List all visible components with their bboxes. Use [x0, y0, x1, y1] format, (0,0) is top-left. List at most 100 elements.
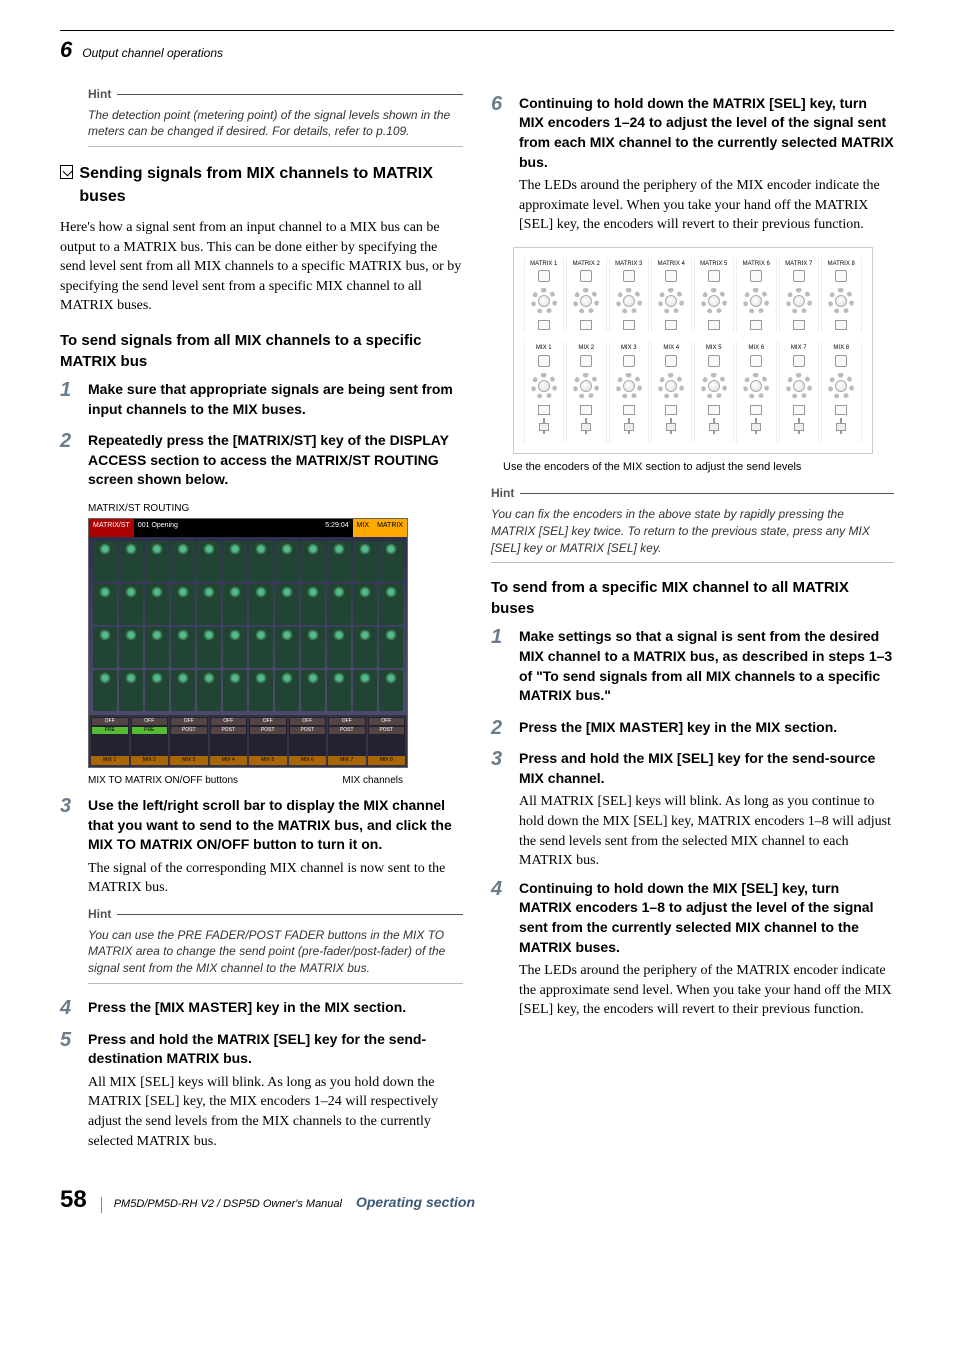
encoder-strip: MATRIX 7 — [779, 258, 820, 332]
footer-section: Operating section — [356, 1193, 475, 1213]
ann-left: MIX TO MATRIX ON/OFF buttons — [88, 774, 238, 788]
sel-button — [538, 405, 550, 415]
sel-button — [750, 320, 762, 330]
step-title: Continuing to hold down the MIX [SEL] ke… — [519, 879, 894, 957]
encoder-strip: MATRIX 6 — [736, 258, 777, 332]
encoder-strip: MATRIX 1 — [524, 258, 565, 332]
encoder-label: MIX 2 — [578, 344, 594, 352]
encoder-knob-icon — [743, 373, 769, 399]
on-button — [623, 355, 635, 367]
encoder-knob-icon — [786, 373, 812, 399]
sel-button — [750, 405, 762, 415]
encoder-knob-icon — [743, 288, 769, 314]
step-1: 1 Make sure that appropriate signals are… — [60, 380, 463, 423]
hint-box-3: Hint You can fix the encoders in the abo… — [491, 485, 894, 563]
step-number: 2 — [491, 718, 509, 742]
sc-meter-matrix: MATRIX — [373, 519, 407, 537]
step-desc: The signal of the corresponding MIX chan… — [88, 859, 463, 898]
matrix-routing-screenshot: MATRIX/ST 001 Opening 5:29:04 MIX MATRIX… — [88, 518, 408, 768]
step-desc: The LEDs around the periphery of the MAT… — [519, 961, 894, 1020]
on-button — [835, 270, 847, 282]
sel-button — [665, 405, 677, 415]
encoder-knob-icon — [531, 288, 557, 314]
encoder-knob-icon — [658, 288, 684, 314]
sc-knob-grid — [89, 537, 407, 715]
encoder-label: MIX 1 — [536, 344, 552, 352]
on-button — [708, 355, 720, 367]
on-button — [793, 270, 805, 282]
on-button — [750, 270, 762, 282]
encoder-label: MATRIX 5 — [700, 260, 727, 268]
fader-icon — [840, 418, 842, 434]
sel-button — [708, 320, 720, 330]
matrix-encoder-row: MATRIX 1 MATRIX 2 MATRIX 3 MATRIX 4 MATRIX 5… — [524, 258, 862, 332]
step-title: Press and hold the MATRIX [SEL] key for … — [88, 1030, 463, 1069]
encoder-panel-figure: MATRIX 1 MATRIX 2 MATRIX 3 MATRIX 4 MATRIX 5… — [513, 247, 873, 454]
sel-button — [580, 320, 592, 330]
page-footer: 58 PM5D/PM5D-RH V2 / DSP5D Owner's Manua… — [60, 1183, 894, 1217]
encoder-strip: MIX 4 — [651, 342, 692, 442]
step-title: Make sure that appropriate signals are b… — [88, 380, 463, 419]
r-step-1: 1 Make settings so that a signal is sent… — [491, 627, 894, 709]
ann-right: MIX channels — [342, 774, 403, 788]
sc-scene: 001 Opening — [134, 519, 182, 537]
hint-text: You can use the PRE FADER/POST FADER but… — [88, 923, 463, 984]
step-number: 1 — [491, 627, 509, 709]
encoder-label: MIX 4 — [663, 344, 679, 352]
step-number: 6 — [491, 94, 509, 235]
step-2: 2 Repeatedly press the [MATRIX/ST] key o… — [60, 431, 463, 494]
encoder-label: MATRIX 1 — [530, 260, 557, 268]
on-button — [538, 270, 550, 282]
r-step-4: 4 Continuing to hold down the MIX [SEL] … — [491, 879, 894, 1020]
encoder-label: MIX 5 — [706, 344, 722, 352]
hint-box-2: Hint You can use the PRE FADER/POST FADE… — [88, 906, 463, 984]
step-number: 1 — [60, 380, 78, 423]
on-button — [665, 270, 677, 282]
encoder-strip: MIX 1 — [524, 342, 565, 442]
step-number: 5 — [60, 1030, 78, 1152]
r-step-3: 3 Press and hold the MIX [SEL] key for t… — [491, 749, 894, 871]
encoder-knob-icon — [701, 373, 727, 399]
sel-button — [665, 320, 677, 330]
sc-time: 5:29:04 — [321, 519, 352, 537]
encoder-strip: MIX 5 — [694, 342, 735, 442]
step-number: 2 — [60, 431, 78, 494]
encoder-knob-icon — [701, 288, 727, 314]
encoder-knob-icon — [786, 288, 812, 314]
encoder-label: MATRIX 2 — [573, 260, 600, 268]
encoder-strip: MIX 6 — [736, 342, 777, 442]
step-desc: All MATRIX [SEL] keys will blink. As lon… — [519, 792, 894, 870]
encoder-label: MATRIX 3 — [615, 260, 642, 268]
step-desc: All MIX [SEL] keys will blink. As long a… — [88, 1073, 463, 1151]
encoder-strip: MIX 3 — [609, 342, 650, 442]
sel-button — [708, 405, 720, 415]
section-heading: Sending signals from MIX channels to MAT… — [60, 163, 463, 208]
step-desc: The LEDs around the periphery of the MIX… — [519, 176, 894, 235]
screenshot-label: MATRIX/ST ROUTING — [88, 502, 463, 516]
bullet-icon — [60, 165, 73, 179]
encoder-label: MATRIX 4 — [658, 260, 685, 268]
step-3: 3 Use the left/right scroll bar to displ… — [60, 796, 463, 898]
screenshot-header: MATRIX/ST 001 Opening 5:29:04 MIX MATRIX — [89, 519, 407, 537]
fader-icon — [585, 418, 587, 434]
encoder-knob-icon — [616, 373, 642, 399]
section-heading-text: Sending signals from MIX channels to MAT… — [79, 163, 463, 208]
step-number: 4 — [60, 998, 78, 1022]
fader-icon — [670, 418, 672, 434]
on-button — [750, 355, 762, 367]
fader-icon — [543, 418, 545, 434]
right-column: 6 Continuing to hold down the MATRIX [SE… — [491, 86, 894, 1159]
on-button — [665, 355, 677, 367]
left-column: Hint The detection point (metering point… — [60, 86, 463, 1159]
on-button — [580, 355, 592, 367]
encoder-label: MATRIX 7 — [785, 260, 812, 268]
page-header: 6 Output channel operations — [60, 30, 894, 66]
encoder-strip: MIX 8 — [821, 342, 862, 442]
sel-button — [793, 405, 805, 415]
sc-bottom-row: OFFPREMIX 1 OFFPREMIX 2 OFFPOSTMIX 3 OFF… — [89, 715, 407, 767]
sel-button — [835, 405, 847, 415]
on-button — [538, 355, 550, 367]
figure-caption: Use the encoders of the MIX section to a… — [503, 460, 894, 475]
encoder-strip: MIX 7 — [779, 342, 820, 442]
footer-manual-title: PM5D/PM5D-RH V2 / DSP5D Owner's Manual — [101, 1197, 342, 1212]
